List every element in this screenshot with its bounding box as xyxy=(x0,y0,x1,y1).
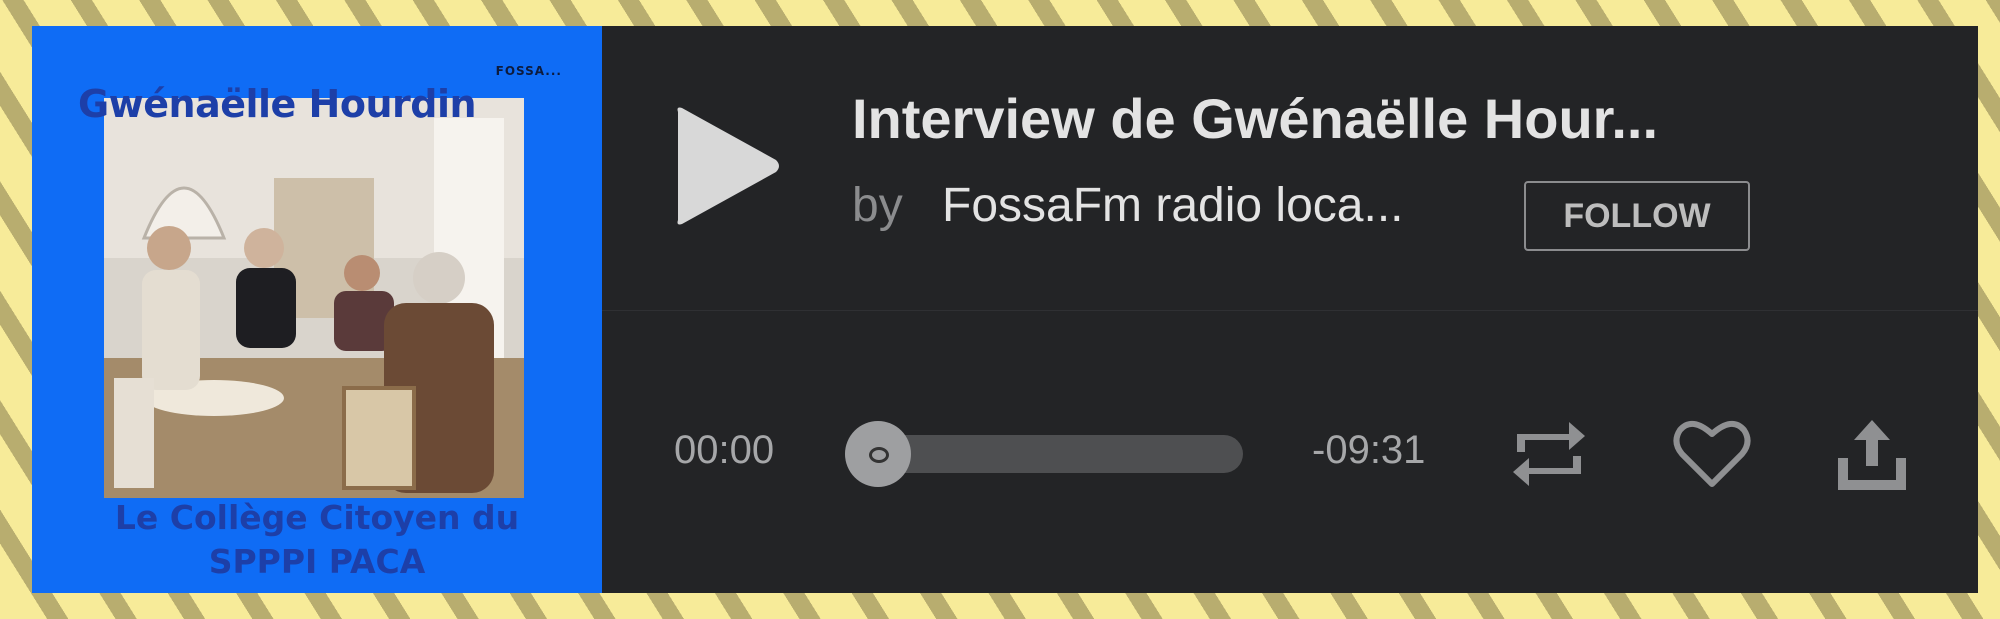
player-main: Interview de Gwénaëlle Hour... by FossaF… xyxy=(602,26,1978,593)
track-header: Interview de Gwénaëlle Hour... by FossaF… xyxy=(602,26,1978,311)
cover-corner-text: FOSSA... xyxy=(495,64,562,78)
share-button[interactable] xyxy=(1830,414,1914,494)
repost-button[interactable] xyxy=(1507,414,1591,494)
heart-icon xyxy=(1673,421,1751,487)
cover-photo xyxy=(104,98,524,498)
cover-subtitle: Le Collège Citoyen du SPPPI PACA xyxy=(72,496,562,584)
like-button[interactable] xyxy=(1670,414,1754,494)
elapsed-time: 00:00 xyxy=(674,428,775,472)
cover-subtitle-line1: Le Collège Citoyen du xyxy=(114,498,520,537)
share-icon xyxy=(1838,420,1906,490)
progress-bar[interactable] xyxy=(845,421,1243,487)
artist-link[interactable]: FossaFm radio loca... xyxy=(942,178,1403,233)
audio-player: Gwénaëlle Hourdin FOSSA... Le Collège Ci… xyxy=(32,26,1978,593)
cover-subtitle-line2: SPPPI PACA xyxy=(208,542,426,581)
play-button[interactable] xyxy=(672,106,782,226)
progress-handle-dot xyxy=(869,447,889,463)
remaining-time: -09:31 xyxy=(1312,428,1426,472)
repost-icon xyxy=(1513,422,1585,486)
progress-handle[interactable] xyxy=(845,421,911,487)
track-title[interactable]: Interview de Gwénaëlle Hour... xyxy=(852,86,1658,151)
cover-title: Gwénaëlle Hourdin xyxy=(77,82,477,126)
by-label: by xyxy=(852,179,903,232)
follow-button[interactable]: FOLLOW xyxy=(1524,181,1750,251)
cover-art[interactable]: Gwénaëlle Hourdin FOSSA... Le Collège Ci… xyxy=(32,26,602,593)
play-icon xyxy=(677,107,779,225)
